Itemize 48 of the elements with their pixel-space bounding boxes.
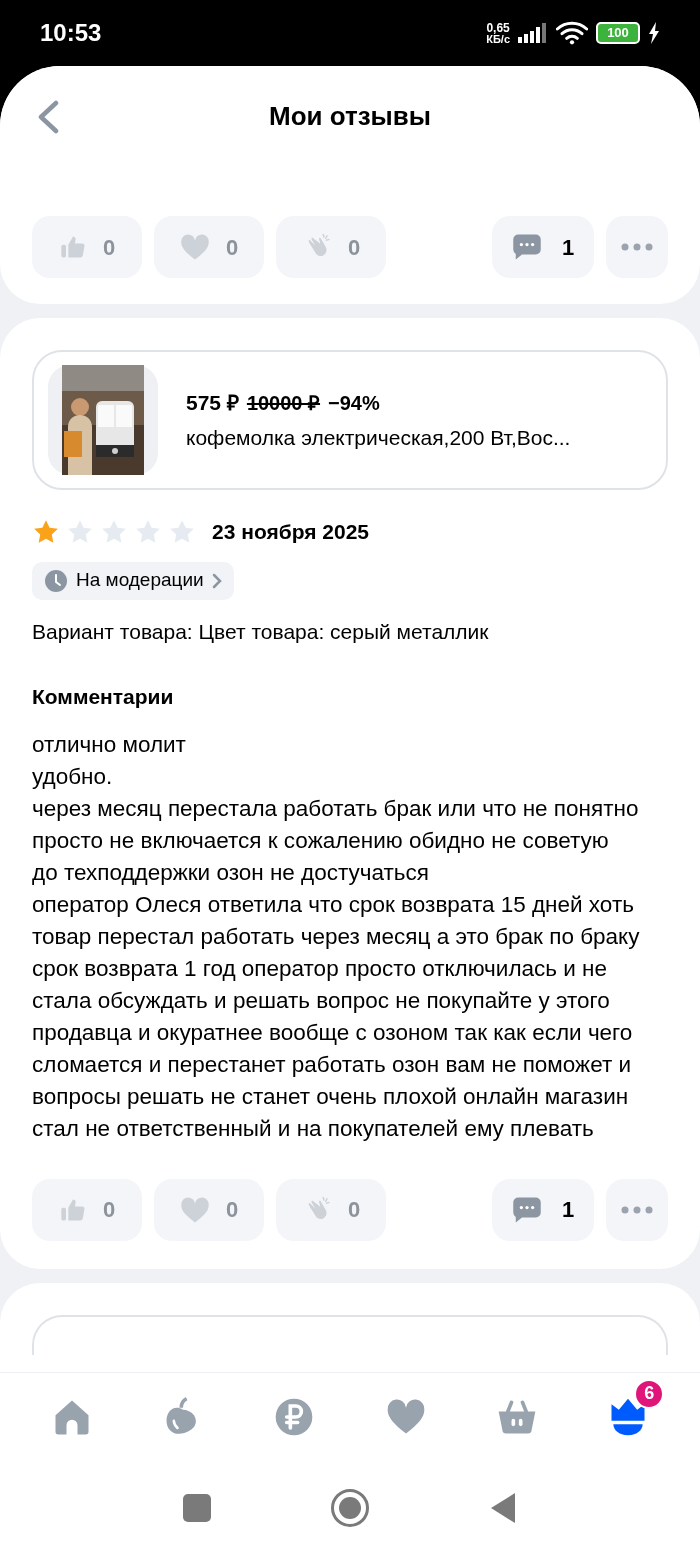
back-button[interactable] — [36, 100, 60, 134]
back-icon — [36, 100, 60, 134]
clock-icon — [44, 568, 68, 593]
notification-badge: 6 — [634, 1378, 665, 1409]
product-variant: Вариант товара: Цвет товара: серый металлик — [32, 618, 490, 645]
battery-indicator: 100 — [596, 22, 640, 44]
page-title: Мои отзывы — [269, 99, 431, 133]
network-speed-value: 0,65 — [486, 21, 510, 34]
heart-icon — [179, 233, 210, 261]
reaction-button[interactable]: 0 — [154, 216, 264, 278]
more-icon — [621, 243, 653, 251]
signal-icon — [518, 23, 548, 43]
reaction-button[interactable]: 0 — [276, 1178, 386, 1241]
chevron-right-icon — [211, 572, 222, 589]
network-speed-unit: КБ/с — [486, 33, 510, 45]
comments-heading: Комментарии — [32, 684, 175, 710]
moderation-status-button[interactable]: На модерации — [32, 561, 234, 600]
back-triangle-icon — [489, 1491, 517, 1525]
old-price: 10000 ₽ — [246, 390, 321, 416]
discount-label: −94% — [328, 390, 380, 416]
reaction-button[interactable]: 0 — [32, 216, 142, 278]
product-price: 575 ₽ — [186, 389, 239, 416]
status-time: 10:53 — [40, 18, 102, 48]
more-button[interactable] — [606, 1178, 668, 1241]
review-comment: отлично молит удобно. через месяц перестала работать брак или что не понятно просто не включается к сожалению обидно не советую до техподдержки озон не достучаться оператор Олеся ответила что срок возврата 15 дней хоть товар перестал работать через месяц а это брак по браку срок возврата 1 год оператор просто отключилась и не стала обсуждать и решать вопрос не покупайте у этого продавца и окуратнее вообще с озоном так как если чего сломается и перестанет работать озон вам не поможет и вопросы решать не станет очень плохой онлайн магазин стал не ответственный и на покупателей ему плевать — [32, 730, 641, 1143]
reaction-button[interactable]: 0 — [154, 1178, 264, 1241]
reaction-button[interactable]: 0 — [32, 1178, 142, 1241]
wifi-icon — [556, 21, 588, 45]
product-name: кофемолка электрическая,200 Вт,Вос... — [186, 425, 571, 451]
star-icon — [66, 518, 94, 545]
star-icon — [32, 518, 60, 545]
charging-icon — [648, 22, 660, 44]
speech-bubble-icon — [511, 233, 542, 261]
reaction-button[interactable]: 0 — [276, 216, 386, 278]
heart-icon — [179, 1195, 210, 1224]
recents-button[interactable] — [183, 1494, 211, 1522]
comments-button[interactable]: 1 — [492, 216, 594, 278]
review-date: 23 ноября 2025 — [212, 519, 369, 545]
speech-bubble-icon — [511, 1195, 542, 1224]
star-icon — [100, 518, 128, 545]
home-button[interactable] — [331, 1489, 369, 1527]
back-nav-button[interactable] — [489, 1491, 517, 1525]
comments-button[interactable]: 1 — [492, 1178, 594, 1241]
more-icon — [621, 1205, 653, 1214]
star-icon — [168, 518, 196, 545]
more-button[interactable] — [606, 216, 668, 278]
product-card[interactable]: 575 ₽ 10000 ₽ −94% кофемолка электрическая,200 Вт,Вос... — [32, 350, 668, 490]
star-icon — [134, 518, 162, 545]
